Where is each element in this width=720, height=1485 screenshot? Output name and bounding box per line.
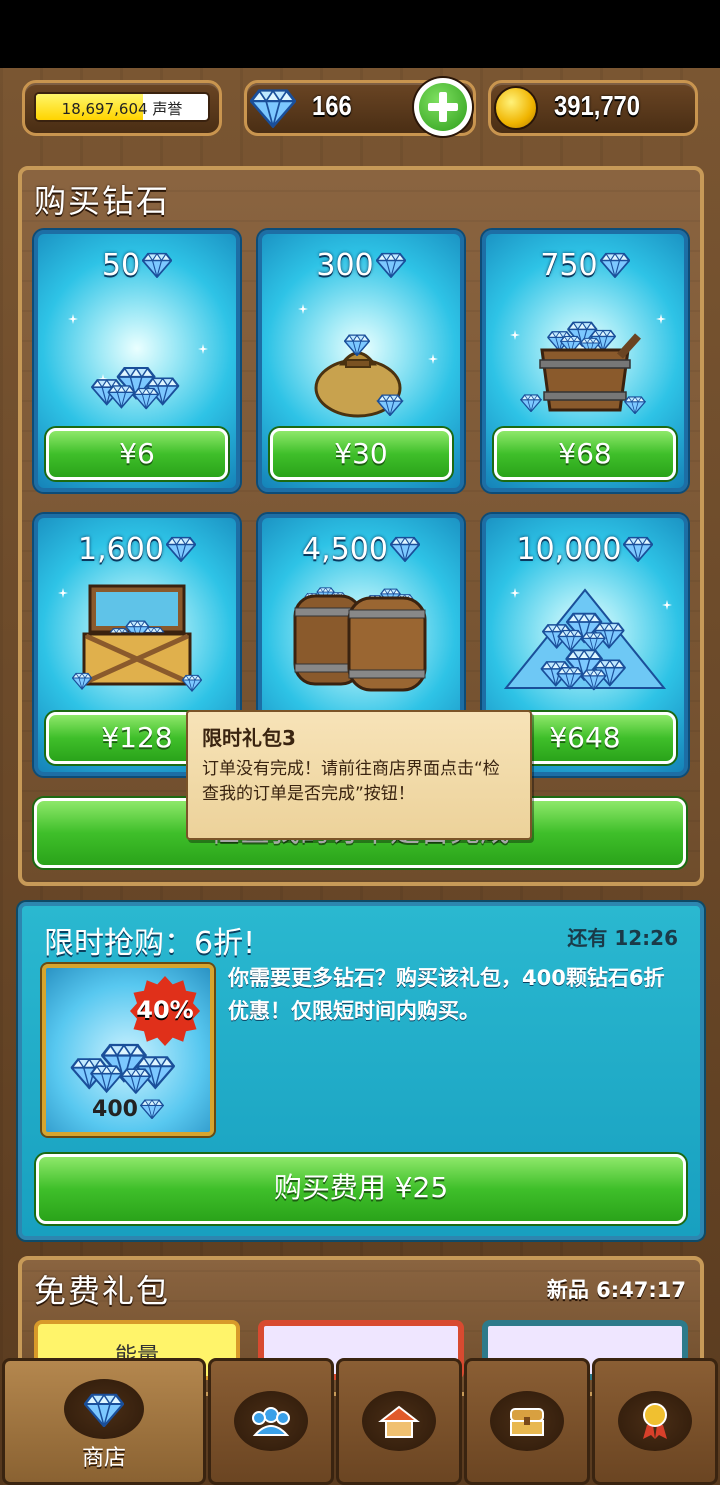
gem-icon <box>599 252 630 278</box>
gem-count: 166 <box>312 90 352 121</box>
gem-icon <box>623 536 654 562</box>
gem-mountain-image <box>503 588 667 694</box>
flash-sale-buy-label: 购买费用 ¥25 <box>273 1171 449 1204</box>
medal-icon <box>643 1403 667 1439</box>
tab-buildings[interactable] <box>336 1358 462 1485</box>
gem-pack-amount: 50 <box>38 248 236 283</box>
gem-pack-card[interactable]: 300 ¥30 <box>258 230 464 492</box>
gem-bucket-image <box>520 306 646 414</box>
tooltip-title: 限时礼包3 <box>202 726 296 750</box>
flash-sale-panel: 限时抢购：6折! 还有 12:26 40% 400 你需要更多钻石？购买该礼包，… <box>18 902 704 1240</box>
flash-sale-buy-button[interactable]: 购买费用 ¥25 <box>36 1154 686 1224</box>
flash-sale-pack-image: 40% 400 <box>42 964 214 1136</box>
flash-sale-timer: 还有 12:26 <box>567 926 678 950</box>
people-icon <box>252 1407 290 1436</box>
gem-sack-image <box>314 334 404 418</box>
reputation-text: 18,697,604 声誉 <box>36 98 208 119</box>
plus-icon <box>419 83 467 131</box>
gem-icon <box>142 252 173 278</box>
tab-achievements[interactable] <box>592 1358 718 1485</box>
gem-icon <box>389 536 420 562</box>
gem-barrels-image <box>293 578 427 692</box>
reputation-bar: 18,697,604 声誉 <box>34 92 210 122</box>
gem-pack-amount: 300 <box>262 248 460 283</box>
house-icon <box>378 1405 420 1438</box>
gem-icon <box>250 89 296 128</box>
order-tooltip: 限时礼包3 订单没有完成！请前往商店界面点击“检查我的订单是否完成”按钮！ <box>186 710 532 840</box>
reputation-value: 18,697,604 <box>61 100 148 118</box>
pack-amount-label: 400 <box>46 1097 210 1122</box>
gem-icon <box>375 252 406 278</box>
buy-pack-button[interactable]: ¥68 <box>494 428 676 480</box>
gem-pack-amount: 10,000 <box>486 532 684 567</box>
add-gems-button[interactable] <box>414 78 472 136</box>
free-gifts-timer: 新品 6:47:17 <box>546 1278 686 1302</box>
gem-pack-amount: 1,600 <box>38 532 236 567</box>
gem-pack-amount: 4,500 <box>262 532 460 567</box>
coin-count: 391,770 <box>554 90 641 121</box>
small-gem-pile-image <box>82 344 192 414</box>
buy-gems-title: 购买钻石 <box>34 182 171 220</box>
tab-inventory[interactable] <box>464 1358 590 1485</box>
flash-sale-title: 限时抢购：6折! <box>44 926 256 961</box>
gem-icon <box>140 1099 164 1119</box>
reputation-unit: 声誉 <box>152 100 183 118</box>
tooltip-body: 订单没有完成！请前往商店界面点击“检查我的订单是否完成”按钮！ <box>202 759 500 804</box>
flash-sale-description: 你需要更多钻石？购买该礼包，400颗钻石6折优惠！仅限短时间内购买。 <box>228 966 665 1023</box>
gem-icon <box>165 536 196 562</box>
gem-pack-amount: 750 <box>486 248 684 283</box>
chest-icon <box>510 1408 544 1436</box>
discount-badge-text: 40% <box>136 996 194 1024</box>
coin-icon <box>494 86 538 130</box>
tab-shop-label: 商店 <box>81 1446 126 1471</box>
buy-pack-button[interactable]: ¥6 <box>46 428 228 480</box>
gem-pack-card[interactable]: 750 ¥68 <box>482 230 688 492</box>
gem-icon <box>84 1393 124 1427</box>
tab-shop[interactable]: 商店 <box>2 1358 206 1485</box>
buy-pack-button[interactable]: ¥30 <box>270 428 452 480</box>
tab-social[interactable] <box>208 1358 334 1485</box>
gem-pack-card[interactable]: 50 ¥6 <box>34 230 240 492</box>
gem-chest-image <box>72 584 202 692</box>
free-gifts-title: 免费礼包 <box>34 1272 171 1310</box>
